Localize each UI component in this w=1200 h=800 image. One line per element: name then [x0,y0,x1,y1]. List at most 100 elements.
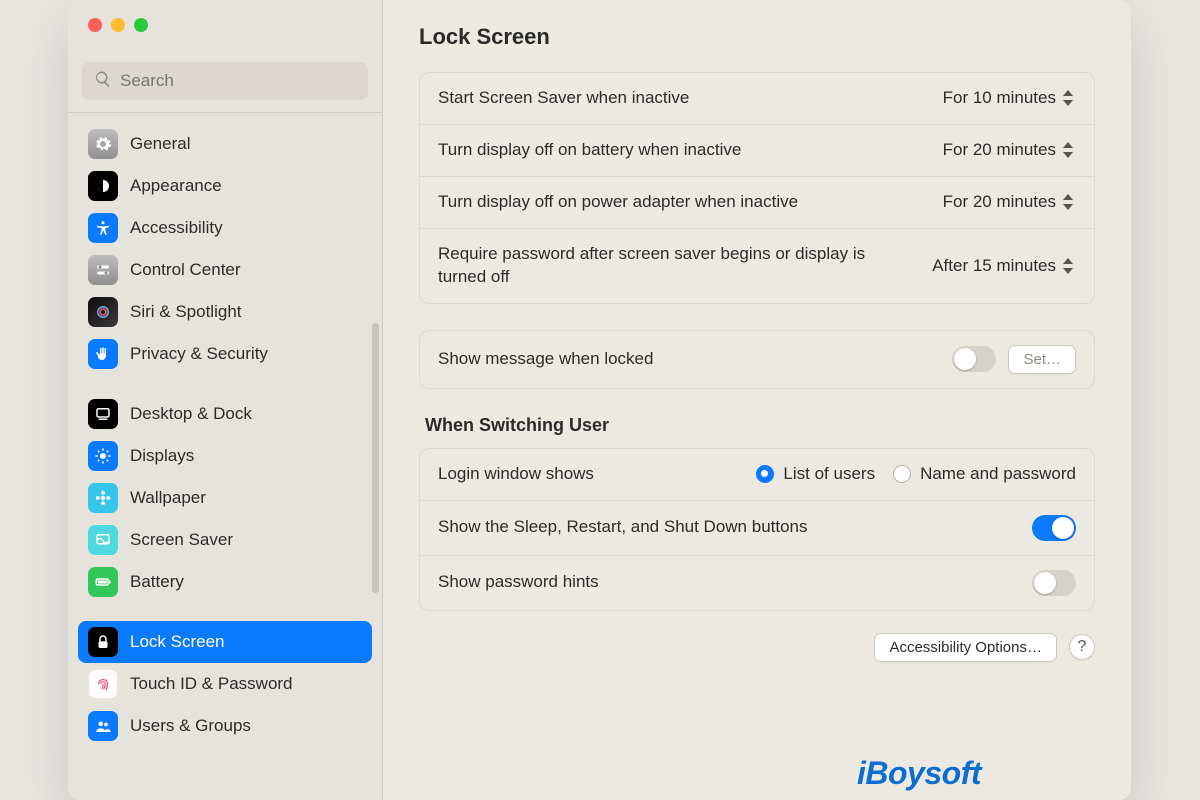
screensaver-popup[interactable]: For 10 minutes [943,88,1076,108]
radio-label: Name and password [920,464,1076,484]
dock-icon [88,399,118,429]
sidebar-item-displays[interactable]: Displays [78,435,372,477]
sidebar-item-label: Accessibility [130,218,223,238]
row-sleep-buttons: Show the Sleep, Restart, and Shut Down b… [420,501,1094,556]
chevron-up-down-icon [1062,257,1076,275]
window-controls [68,0,382,54]
chevron-up-down-icon [1062,89,1076,107]
sidebar-item-accessibility[interactable]: Accessibility [78,207,372,249]
sidebar-item-appearance[interactable]: Appearance [78,165,372,207]
chevron-up-down-icon [1062,193,1076,211]
sidebar-item-label: Appearance [130,176,222,196]
chevron-up-down-icon [1062,141,1076,159]
row-label: Turn display off on power adapter when i… [438,191,923,214]
accessibility-options-button[interactable]: Accessibility Options… [874,633,1057,662]
settings-group-switching: Login window shows List of users Name an… [419,448,1095,611]
users-icon [88,711,118,741]
row-screensaver: Start Screen Saver when inactive For 10 … [420,73,1094,125]
sidebar-item-touchid[interactable]: Touch ID & Password [78,663,372,705]
appearance-icon [88,171,118,201]
settings-group-inactivity: Start Screen Saver when inactive For 10 … [419,72,1095,304]
radio-dot-icon [756,465,774,483]
sidebar-item-label: Users & Groups [130,716,251,736]
radio-list-of-users[interactable]: List of users [756,464,875,484]
sidebar-item-lock-screen[interactable]: Lock Screen [78,621,372,663]
set-message-button[interactable]: Set… [1008,345,1076,374]
sidebar-item-label: Privacy & Security [130,344,268,364]
radio-dot-icon [893,465,911,483]
popup-value: For 10 minutes [943,88,1056,108]
hand-icon [88,339,118,369]
search-input[interactable] [120,71,356,91]
help-button[interactable]: ? [1069,634,1095,660]
section-title-switching-user: When Switching User [425,415,1095,436]
fullscreen-window-button[interactable] [134,18,148,32]
row-label: Require password after screen saver begi… [438,243,912,289]
minimize-window-button[interactable] [111,18,125,32]
sidebar-item-privacy[interactable]: Privacy & Security [78,333,372,375]
watermark-logo: iBoysoft [857,755,981,792]
row-display-battery: Turn display off on battery when inactiv… [420,125,1094,177]
fingerprint-icon [88,669,118,699]
show-message-toggle[interactable] [952,346,996,372]
sidebar-item-label: Battery [130,572,184,592]
settings-window: General Appearance Accessibility Control… [68,0,1131,800]
sidebar-item-wallpaper[interactable]: Wallpaper [78,477,372,519]
row-show-message: Show message when locked Set… [420,331,1094,388]
row-password-hints: Show password hints [420,556,1094,610]
sidebar-item-label: Wallpaper [130,488,206,508]
sidebar-item-label: Control Center [130,260,241,280]
row-label: Turn display off on battery when inactiv… [438,139,923,162]
row-require-password: Require password after screen saver begi… [420,229,1094,303]
sidebar-item-users-groups[interactable]: Users & Groups [78,705,372,747]
accessibility-icon [88,213,118,243]
search-field-container[interactable] [82,62,368,100]
row-label: Start Screen Saver when inactive [438,87,923,110]
row-label: Show the Sleep, Restart, and Shut Down b… [438,516,1012,539]
sidebar-item-control-center[interactable]: Control Center [78,249,372,291]
settings-group-message: Show message when locked Set… [419,330,1095,389]
sidebar-item-label: Screen Saver [130,530,233,550]
popup-value: For 20 minutes [943,140,1056,160]
display-battery-popup[interactable]: For 20 minutes [943,140,1076,160]
sidebar-item-label: Siri & Spotlight [130,302,242,322]
require-password-popup[interactable]: After 15 minutes [932,256,1076,276]
row-label: Show message when locked [438,348,932,371]
row-label: Login window shows [438,463,678,486]
password-hints-toggle[interactable] [1032,570,1076,596]
sidebar-list: General Appearance Accessibility Control… [68,113,382,800]
sidebar-item-label: General [130,134,190,154]
sidebar-item-battery[interactable]: Battery [78,561,372,603]
sidebar-item-desktop-dock[interactable]: Desktop & Dock [78,393,372,435]
footer-actions: Accessibility Options… ? [419,633,1095,662]
row-label: Show password hints [438,571,1012,594]
sidebar-item-general[interactable]: General [78,123,372,165]
siri-icon [88,297,118,327]
screensaver-icon [88,525,118,555]
sleep-buttons-toggle[interactable] [1032,515,1076,541]
sidebar-item-label: Lock Screen [130,632,225,652]
popup-value: After 15 minutes [932,256,1056,276]
sidebar: General Appearance Accessibility Control… [68,0,383,800]
sidebar-item-siri[interactable]: Siri & Spotlight [78,291,372,333]
radio-name-password[interactable]: Name and password [893,464,1076,484]
sidebar-scrollbar[interactable] [372,323,379,593]
battery-icon [88,567,118,597]
close-window-button[interactable] [88,18,102,32]
gear-icon [88,129,118,159]
search-icon [94,70,112,93]
sidebar-item-label: Desktop & Dock [130,404,252,424]
control-center-icon [88,255,118,285]
sidebar-item-label: Touch ID & Password [130,674,293,694]
row-login-window: Login window shows List of users Name an… [420,449,1094,501]
page-title: Lock Screen [419,24,1095,50]
row-display-power: Turn display off on power adapter when i… [420,177,1094,229]
display-power-popup[interactable]: For 20 minutes [943,192,1076,212]
brightness-icon [88,441,118,471]
main-content: Lock Screen Start Screen Saver when inac… [383,0,1131,800]
sidebar-item-label: Displays [130,446,194,466]
popup-value: For 20 minutes [943,192,1056,212]
sidebar-item-screensaver[interactable]: Screen Saver [78,519,372,561]
lock-icon [88,627,118,657]
flower-icon [88,483,118,513]
